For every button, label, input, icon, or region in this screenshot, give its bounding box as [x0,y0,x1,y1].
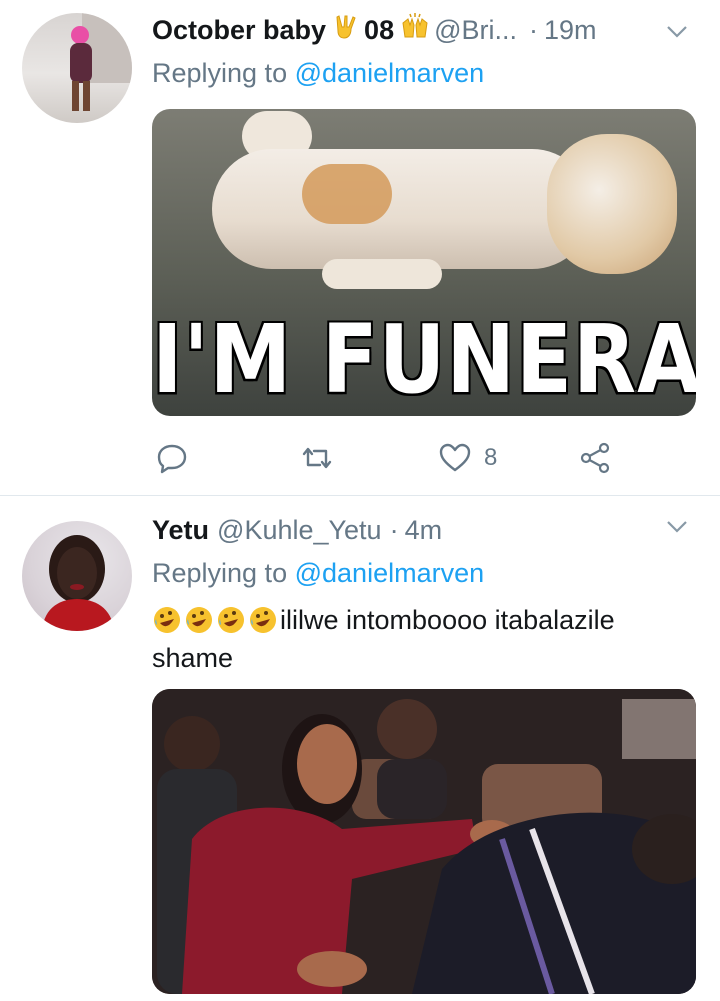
like-count: 8 [484,444,498,471]
mention-link[interactable]: @danielmarven [295,558,485,588]
share-icon [580,442,610,474]
replying-prefix: Replying to [152,58,288,88]
replying-prefix: Replying to [152,558,288,588]
mention-link[interactable]: @danielmarven [295,58,485,88]
tweet[interactable]: Yetu @Kuhle_Yetu · 4m Replying to @danie… [0,496,720,1001]
rolling-on-floor-laughing-emoji [152,605,182,635]
reply-icon [157,444,187,474]
like-button[interactable]: 8 [438,436,497,480]
tweet-text-container: ililwe intomboooo itabalazile shame [152,601,692,677]
display-name[interactable]: Yetu [152,515,209,546]
tweet-header: Yetu @Kuhle_Yetu · 4m [152,515,690,555]
handle[interactable]: @Kuhle_Yetu [217,515,382,546]
separator-dot: · [529,15,539,45]
retweet-button[interactable] [300,436,334,480]
cat-shape [547,134,677,274]
timestamp[interactable]: 19m [544,15,597,46]
reply-button[interactable] [155,436,189,480]
timestamp[interactable]: 4m [405,515,443,546]
avatar[interactable] [22,521,132,631]
rolling-on-floor-laughing-emoji [216,605,246,635]
heart-icon [439,443,471,472]
retweet-icon [302,447,332,469]
separator-dot: · [389,515,399,545]
media-image[interactable] [152,689,696,994]
tweet-actions: 8 [0,436,720,480]
cat-shape [302,164,392,224]
display-name-suffix: 08 [364,15,395,45]
cat-shape [212,149,592,269]
media-image[interactable]: I'M FUNERAL [152,109,696,416]
rolling-on-floor-laughing-emoji [248,605,278,635]
photo-scene [152,689,696,994]
tweet[interactable]: October baby 08 @Bri... · 19m Replying t… [0,0,720,495]
replying-to: Replying to @danielmarven [152,58,484,89]
victory-hand-emoji [332,13,358,39]
media-caption: I'M FUNERAL [152,305,696,416]
cat-shape [322,259,442,289]
rolling-on-floor-laughing-emoji [184,605,214,635]
replying-to: Replying to @danielmarven [152,558,484,589]
display-name[interactable]: October baby [152,15,326,46]
share-button[interactable] [578,436,612,480]
avatar[interactable] [22,13,132,123]
raising-hands-emoji [400,13,428,39]
chevron-down-icon[interactable] [664,19,690,45]
handle[interactable]: @Bri... [434,15,517,46]
chevron-down-icon[interactable] [664,514,690,540]
tweet-header: October baby 08 @Bri... · 19m [152,13,690,53]
